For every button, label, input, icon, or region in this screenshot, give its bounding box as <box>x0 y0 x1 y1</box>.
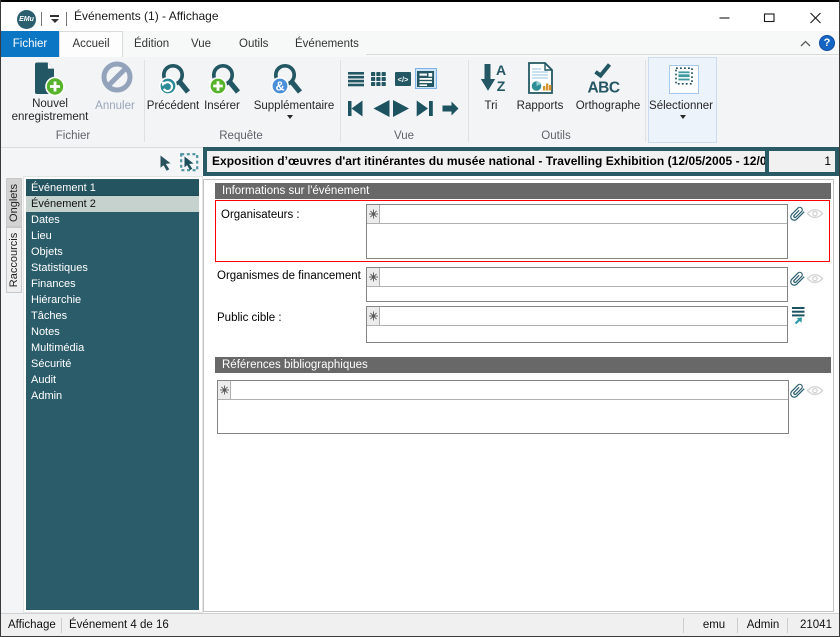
svg-text:A: A <box>496 62 506 78</box>
svg-text:&: & <box>275 80 284 94</box>
svg-text:ABC: ABC <box>587 80 619 97</box>
svg-text:Z: Z <box>497 78 506 94</box>
svg-text:</>: </> <box>398 75 409 84</box>
